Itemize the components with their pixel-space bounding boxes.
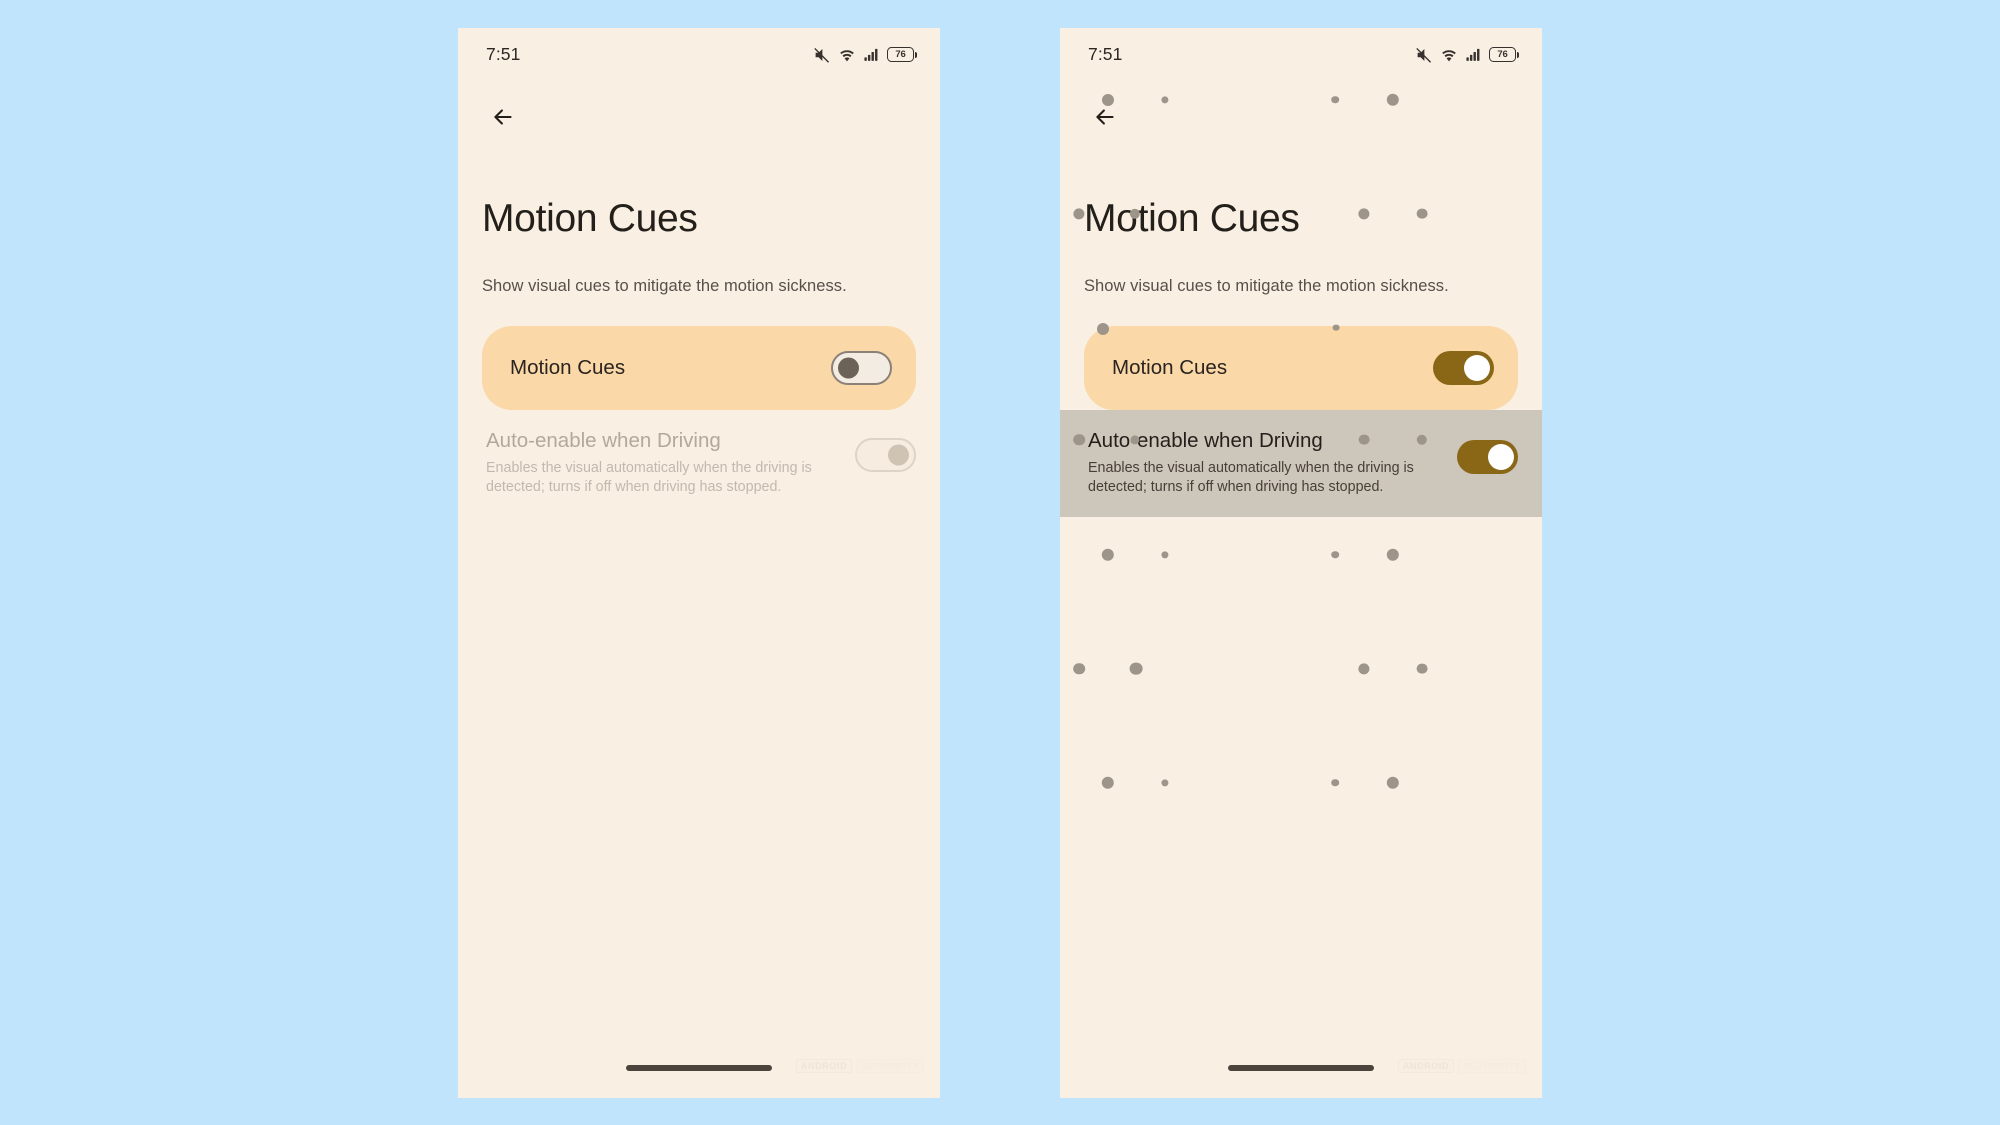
watermark-part2: AUTHORITY <box>856 1058 924 1073</box>
status-bar: 7:51 76 <box>458 28 940 82</box>
home-indicator[interactable] <box>626 1065 772 1071</box>
motion-cue-dot <box>1161 778 1169 787</box>
setting-row-motion-cues[interactable]: Motion Cues <box>1084 326 1518 411</box>
row-texts: Auto-enable when Driving Enables the vis… <box>486 428 855 497</box>
status-bar: 7:51 76 <box>1060 28 1542 82</box>
motion-cue-dot <box>1129 662 1143 675</box>
phone-screen-left: 7:51 76 Motion Cues Show visual cues to … <box>458 27 940 1098</box>
watermark-part1: ANDROID <box>795 1058 853 1073</box>
toggle-knob <box>1488 444 1514 471</box>
back-button[interactable] <box>1082 97 1128 143</box>
motion-cue-dot <box>1101 776 1115 789</box>
cellular-signal-icon <box>1465 46 1482 63</box>
watermark-part1: ANDROID <box>1397 1058 1455 1073</box>
motion-cue-dot <box>1358 662 1370 675</box>
settings-list: Motion Cues Auto-enable when Driving Ena… <box>458 326 940 517</box>
setting-row-auto-enable[interactable]: Auto-enable when Driving Enables the vis… <box>1060 410 1542 518</box>
motion-cue-dot <box>1073 662 1085 675</box>
setting-label-motion-cues: Motion Cues <box>1112 356 1228 380</box>
wifi-icon <box>1440 46 1458 64</box>
motion-cue-dot <box>1101 548 1115 561</box>
status-time: 7:51 <box>1088 44 1123 64</box>
wifi-icon <box>838 46 856 64</box>
cellular-signal-icon <box>863 46 880 63</box>
toggle-knob <box>888 444 909 466</box>
motion-cue-dot <box>1331 778 1339 787</box>
motion-cue-dot <box>1386 776 1400 789</box>
battery-level: 76 <box>895 48 906 60</box>
battery-level: 76 <box>1497 48 1508 60</box>
header: Motion Cues Show visual cues to mitigate… <box>1060 158 1542 297</box>
mute-icon <box>1415 46 1433 64</box>
comparison-stage: 7:51 76 Motion Cues Show visual cues to … <box>0 0 2000 1125</box>
watermark: ANDROID AUTHORITY <box>1397 1058 1526 1073</box>
toggle-knob <box>1464 355 1490 382</box>
battery-icon: 76 <box>1489 47 1519 62</box>
motion-cue-dot <box>1416 663 1428 674</box>
arrow-left-icon <box>1092 104 1118 135</box>
toggle-motion-cues[interactable] <box>1433 351 1494 386</box>
header: Motion Cues Show visual cues to mitigate… <box>458 158 940 297</box>
setting-description-auto-enable: Enables the visual automatically when th… <box>1088 460 1414 496</box>
page-title: Motion Cues <box>482 196 698 240</box>
setting-label-motion-cues: Motion Cues <box>510 356 626 380</box>
setting-label-auto-enable: Auto-enable when Driving <box>1088 429 1323 453</box>
row-texts: Motion Cues <box>510 356 831 380</box>
page-subtitle: Show visual cues to mitigate the motion … <box>482 277 847 296</box>
toggle-knob <box>838 357 859 379</box>
status-icons: 76 <box>813 46 917 64</box>
setting-label-auto-enable: Auto-enable when Driving <box>486 429 721 453</box>
motion-cue-dot <box>1331 550 1339 559</box>
phone-screen-right: 7:51 76 Motion Cues Show visual cues to … <box>1060 27 1542 1098</box>
status-icons: 76 <box>1415 46 1519 64</box>
nav-bar <box>1060 82 1542 158</box>
toggle-auto-enable[interactable] <box>1457 440 1518 475</box>
battery-icon: 76 <box>887 47 917 62</box>
row-texts: Motion Cues <box>1112 356 1433 380</box>
setting-row-motion-cues[interactable]: Motion Cues <box>482 326 916 411</box>
back-button[interactable] <box>480 97 526 143</box>
row-texts: Auto-enable when Driving Enables the vis… <box>1088 428 1457 497</box>
status-time: 7:51 <box>486 44 521 64</box>
setting-description-auto-enable: Enables the visual automatically when th… <box>486 460 812 496</box>
motion-cue-dot <box>1386 548 1400 561</box>
mute-icon <box>813 46 831 64</box>
toggle-motion-cues[interactable] <box>831 351 892 386</box>
motion-cue-dot <box>1161 550 1169 559</box>
home-indicator[interactable] <box>1228 1065 1374 1071</box>
toggle-auto-enable[interactable] <box>855 438 916 473</box>
page-title: Motion Cues <box>1084 196 1300 240</box>
page-subtitle: Show visual cues to mitigate the motion … <box>1084 277 1449 296</box>
watermark: ANDROID AUTHORITY <box>795 1058 924 1073</box>
setting-row-auto-enable[interactable]: Auto-enable when Driving Enables the vis… <box>458 410 940 517</box>
arrow-left-icon <box>490 104 516 135</box>
settings-list: Motion Cues Auto-enable when Driving Ena… <box>1060 326 1542 518</box>
watermark-part2: AUTHORITY <box>1458 1058 1526 1073</box>
nav-bar <box>458 82 940 158</box>
